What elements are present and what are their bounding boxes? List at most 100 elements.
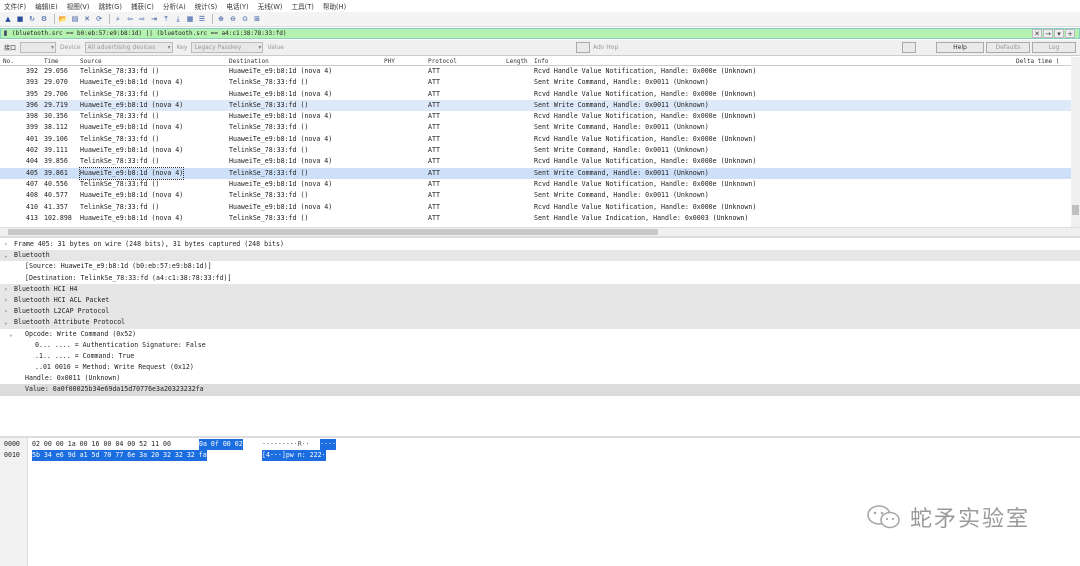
restart-icon[interactable]: ↻ xyxy=(27,14,37,24)
menu-item[interactable]: 无线(W) xyxy=(258,1,283,11)
horizontal-scrollbar[interactable] xyxy=(0,227,1080,236)
close-file-icon[interactable]: ✕ xyxy=(82,14,92,24)
packet-row[interactable]: 404 39.856 TelinkSe_78:33:fd () HuaweiTe_e9… xyxy=(0,156,1071,167)
interface-select[interactable]: ▾ xyxy=(20,42,57,53)
bookmark-icon[interactable]: ▮ xyxy=(1,29,10,38)
apply-filter-icon[interactable]: → xyxy=(1043,29,1053,38)
bytes-ascii[interactable]: ·········R·· xyxy=(262,439,310,450)
clear-filter-icon[interactable]: ✕ xyxy=(1032,29,1042,38)
column-header-info[interactable]: Info xyxy=(534,58,548,65)
defaults-button[interactable]: Defaults xyxy=(986,42,1030,53)
detail-row[interactable]: [Destination: TelinkSe_78:33:fd (a4:c1:3… xyxy=(0,273,1080,284)
column-header-protocol[interactable]: Protocol xyxy=(428,58,457,65)
menu-item[interactable]: 帮助(H) xyxy=(323,1,346,11)
packet-row[interactable]: 395 29.706 TelinkSe_78:33:fd () HuaweiTe_e9… xyxy=(0,89,1071,100)
column-header-length[interactable]: Length xyxy=(506,58,528,65)
filter-history-icon[interactable]: ▾ xyxy=(1054,29,1064,38)
menu-item[interactable]: 捕获(C) xyxy=(131,1,154,11)
stop-icon[interactable]: ■ xyxy=(15,14,25,24)
scrollbar-thumb[interactable] xyxy=(1072,205,1079,215)
colorize-icon[interactable]: ☰ xyxy=(197,14,207,24)
reload-icon[interactable]: ⟳ xyxy=(94,14,104,24)
log-button[interactable]: Log xyxy=(1032,42,1076,53)
packet-row[interactable]: 413 102.898 HuaweiTe_e9:b8:1d (nova 4) Teli… xyxy=(0,213,1071,224)
packet-row[interactable]: 408 40.577 HuaweiTe_e9:b8:1d (nova 4) Telin… xyxy=(0,190,1071,201)
bytes-hex-highlight[interactable]: 0a 0f 00 02 xyxy=(199,439,243,450)
detail-row[interactable]: ..01 0010 = Method: Write Request (0x12) xyxy=(0,362,1080,373)
detail-row[interactable]: › Bluetooth HCI ACL Packet xyxy=(0,294,1080,307)
menu-item[interactable]: 电话(Y) xyxy=(226,1,248,11)
packet-row[interactable]: 399 38.112 HuaweiTe_e9:b8:1d (nova 4) Telin… xyxy=(0,122,1071,133)
expand-arrow-icon[interactable]: › xyxy=(4,284,8,295)
menu-item[interactable]: 跳转(G) xyxy=(98,1,121,11)
menu-item[interactable]: 工具(T) xyxy=(291,1,313,11)
display-filter-input[interactable]: (bluetooth.src == b0:eb:57:e9:b8:1d) || … xyxy=(10,30,1032,37)
save-file-icon[interactable]: ▤ xyxy=(70,14,80,24)
shark-fin-icon[interactable]: ▲ xyxy=(3,14,13,24)
resize-columns-icon[interactable]: ⊞ xyxy=(252,14,262,24)
menu-item[interactable]: 分析(A) xyxy=(163,1,186,11)
column-header-phy[interactable]: PHY xyxy=(384,58,395,65)
zoom-out-icon[interactable]: ⊖ xyxy=(228,14,238,24)
detail-row[interactable]: › Frame 405: 31 bytes on wire (248 bits),… xyxy=(0,239,1080,250)
first-packet-icon[interactable]: ⤒ xyxy=(161,14,171,24)
detail-row[interactable]: Handle: 0x0011 (Unknown) xyxy=(0,373,1080,384)
detail-row[interactable]: › Bluetooth L2CAP Protocol xyxy=(0,306,1080,318)
detail-row[interactable]: .1.. .... = Command: True xyxy=(0,351,1080,362)
key-select[interactable]: Legacy Passkey ▾ xyxy=(191,42,264,53)
detail-row[interactable]: › Bluetooth HCI H4 xyxy=(0,283,1080,295)
open-file-icon[interactable]: 📂 xyxy=(58,14,68,24)
detail-row[interactable]: Value: 0a0f00025b34e69da15d70776e3a20323… xyxy=(0,384,1080,396)
device-select[interactable]: All advertising devices ▾ xyxy=(84,42,173,53)
collapse-arrow-icon[interactable]: ⌄ xyxy=(4,317,8,328)
packet-row[interactable]: 396 29.719 HuaweiTe_e9:b8:1d (nova 4) Telin… xyxy=(0,99,1071,112)
vertical-scrollbar[interactable] xyxy=(1071,57,1080,227)
pane-divider[interactable] xyxy=(0,236,1080,238)
normal-size-icon[interactable]: ⊙ xyxy=(240,14,250,24)
go-forward-icon[interactable]: ⇨ xyxy=(137,14,147,24)
menu-item[interactable]: 编辑(E) xyxy=(35,1,58,11)
bytes-ascii-highlight[interactable]: ···· xyxy=(320,439,336,450)
packet-row[interactable]: 401 39.106 TelinkSe_78:33:fd () HuaweiTe_e9… xyxy=(0,134,1071,145)
column-header-no[interactable]: No. xyxy=(3,58,14,65)
go-to-packet-icon[interactable]: ⇥ xyxy=(149,14,159,24)
adv-hop-toggle[interactable] xyxy=(576,42,590,53)
help-toggle[interactable] xyxy=(902,42,916,53)
bytes-ascii-highlight[interactable]: [4···]pw n: 222· xyxy=(262,450,326,461)
column-header-destination[interactable]: Destination xyxy=(229,58,269,65)
column-header-delta[interactable]: Delta time ( xyxy=(1016,58,1059,65)
collapse-arrow-icon[interactable]: ⌄ xyxy=(4,250,8,261)
menu-item[interactable]: 文件(F) xyxy=(4,1,26,11)
packet-row[interactable]: 392 29.056 TelinkSe_78:33:fd () HuaweiTe_e9… xyxy=(0,66,1071,77)
column-header-source[interactable]: Source xyxy=(80,58,102,65)
menu-item[interactable]: 视图(V) xyxy=(67,1,90,11)
detail-row[interactable]: 0... .... = Authentication Signature: Fa… xyxy=(0,340,1080,351)
column-header-time[interactable]: Time xyxy=(44,58,58,65)
bytes-hex[interactable]: 02 00 00 1a 00 16 00 04 00 52 11 00 xyxy=(32,439,171,450)
collapse-arrow-icon[interactable]: ⌄ xyxy=(9,329,13,340)
find-icon[interactable]: ⌕ xyxy=(113,14,123,24)
help-button[interactable]: Help xyxy=(936,42,984,53)
zoom-in-icon[interactable]: ⊕ xyxy=(216,14,226,24)
expand-arrow-icon[interactable]: › xyxy=(4,239,8,250)
menu-item[interactable]: 统计(S) xyxy=(195,1,218,11)
last-packet-icon[interactable]: ⤓ xyxy=(173,14,183,24)
packet-row[interactable]: 407 40.556 TelinkSe_78:33:fd () HuaweiTe_e9… xyxy=(0,179,1071,190)
add-filter-icon[interactable]: + xyxy=(1065,29,1075,38)
packet-row[interactable]: 410 41.357 TelinkSe_78:33:fd () HuaweiTe_e9… xyxy=(0,202,1071,213)
expand-arrow-icon[interactable]: › xyxy=(4,295,8,306)
options-icon[interactable]: ⚙ xyxy=(39,14,49,24)
detail-row[interactable]: ⌄ Opcode: Write Command (0x52) xyxy=(0,329,1080,340)
go-back-icon[interactable]: ⇦ xyxy=(125,14,135,24)
scrollbar-thumb[interactable] xyxy=(8,229,658,235)
detail-row[interactable]: [Source: HuaweiTe_e9:b8:1d (b0:eb:57:e9:… xyxy=(0,261,1080,272)
detail-row[interactable]: ⌄ Bluetooth xyxy=(0,250,1080,262)
packet-row[interactable]: 402 39.111 HuaweiTe_e9:b8:1d (nova 4) Telin… xyxy=(0,145,1071,156)
expand-arrow-icon[interactable]: › xyxy=(4,306,8,317)
packet-row[interactable]: 393 29.070 HuaweiTe_e9:b8:1d (nova 4) Telin… xyxy=(0,77,1071,88)
autoscroll-icon[interactable]: ▦ xyxy=(185,14,195,24)
packet-row[interactable]: 405 39.861 HuaweiTe_e9:b8:1d (nova 4) Telin… xyxy=(0,166,1071,180)
bytes-hex-highlight[interactable]: 5b 34 e6 9d a1 5d 70 77 6e 3a 20 32 32 3… xyxy=(32,450,207,461)
packet-row[interactable]: 398 30.356 TelinkSe_78:33:fd () HuaweiTe_e9… xyxy=(0,111,1071,122)
detail-row[interactable]: ⌄ Bluetooth Attribute Protocol xyxy=(0,317,1080,329)
